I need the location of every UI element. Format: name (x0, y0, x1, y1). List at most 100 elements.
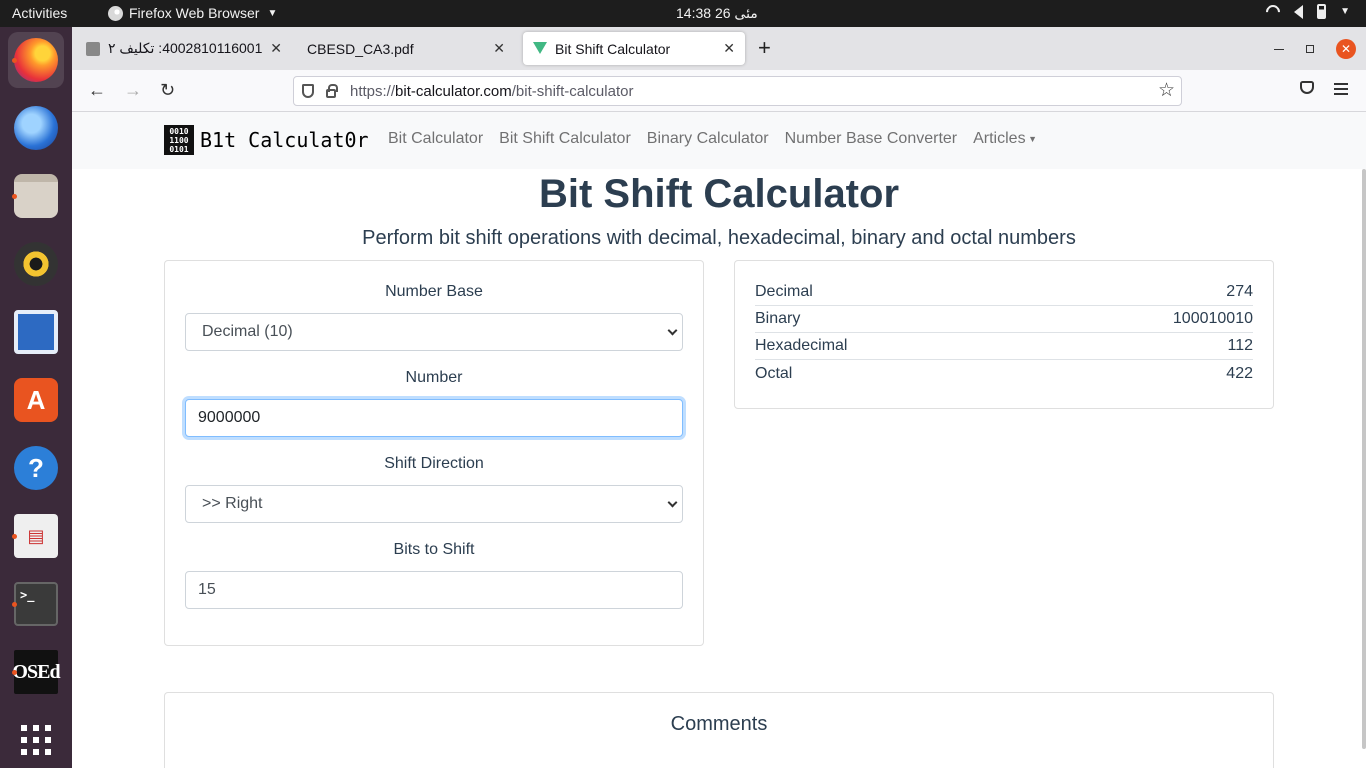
dock-writer[interactable] (8, 304, 64, 360)
shift-direction-value: >> Right (202, 495, 263, 512)
minimize-icon[interactable] (1274, 48, 1284, 50)
tracking-shield-icon[interactable] (302, 84, 314, 98)
firefox-small-icon (108, 5, 123, 21)
result-label: Decimal (755, 283, 813, 300)
firefox-icon (14, 38, 58, 82)
bits-to-shift-input[interactable]: 15 (185, 571, 683, 609)
show-applications-button[interactable] (8, 712, 64, 768)
close-tab-icon[interactable]: ✕ (723, 40, 735, 57)
tab-strip: 4002810116001: تکلیف ۲ ✕ CBESD_CA3.pdf ✕… (72, 27, 1366, 70)
hamburger-menu-icon[interactable] (1334, 83, 1348, 98)
page-title: Bit Shift Calculator (538, 172, 900, 216)
new-tab-button[interactable]: + (758, 37, 771, 59)
app-menu-label: Firefox Web Browser (129, 5, 260, 21)
running-indicator (12, 194, 17, 199)
tab-title: Bit Shift Calculator (555, 40, 671, 57)
results-card: Decimal 274 Binary 100010010 Hexadecimal… (734, 260, 1274, 409)
tab-assignment[interactable]: 4002810116001: تکلیف ۲ ✕ (76, 32, 292, 65)
writer-icon (14, 310, 58, 354)
system-top-bar: Activities Firefox Web Browser ▼ 14:38 م… (0, 0, 1366, 27)
url-bar[interactable]: https://bit-calculator.com/bit-shift-cal… (293, 76, 1182, 106)
running-indicator (12, 670, 17, 675)
maximize-icon[interactable] (1306, 45, 1314, 53)
close-window-icon[interactable]: ✕ (1336, 39, 1356, 59)
shift-direction-select[interactable]: >> Right (185, 485, 683, 523)
shift-form-card: Number Base Decimal (10) Number 9000000 … (164, 260, 704, 646)
activities-button[interactable]: Activities (12, 5, 67, 21)
number-base-label: Number Base (385, 283, 483, 300)
dock-document-viewer[interactable]: ▤ (8, 508, 64, 564)
thunderbird-icon (14, 106, 58, 150)
dock-help[interactable]: ? (8, 440, 64, 496)
comments-title: Comments (670, 713, 768, 735)
url-protocol: https:// (350, 82, 396, 100)
dock-thunderbird[interactable] (8, 100, 64, 156)
number-value: 9000000 (198, 409, 261, 426)
caret-down-icon: ▼ (1340, 6, 1350, 17)
dock-terminal[interactable]: >_ (8, 576, 64, 632)
close-tab-icon[interactable]: ✕ (493, 40, 505, 57)
bookmark-star-icon[interactable]: ☆ (1158, 79, 1175, 102)
brand-text: B1t Calculat0r (200, 128, 369, 152)
comments-card: Comments (164, 692, 1274, 768)
vue-favicon-icon (533, 41, 547, 56)
osed-icon: OSEd (12, 650, 61, 694)
site-nav-links: Bit Calculator Bit Shift Calculator Bina… (388, 130, 1037, 148)
forward-arrow-icon[interactable]: → (124, 80, 142, 101)
dock-software[interactable]: A (8, 372, 64, 428)
close-tab-icon[interactable]: ✕ (270, 40, 282, 57)
web-page: 0010 1100 0101 B1t Calculat0r Bit Calcul… (72, 112, 1366, 768)
reload-icon[interactable]: ↻ (160, 80, 175, 101)
software-store-icon: A (14, 378, 58, 422)
result-label: Hexadecimal (755, 337, 848, 354)
tab-pdf[interactable]: CBESD_CA3.pdf ✕ (297, 32, 515, 65)
number-input[interactable]: 9000000 (185, 399, 683, 437)
tab-title: CBESD_CA3.pdf (307, 40, 414, 57)
document-viewer-icon: ▤ (14, 514, 58, 558)
dock-firefox[interactable] (8, 32, 64, 88)
network-icon (1263, 1, 1283, 22)
pocket-icon[interactable] (1300, 81, 1314, 94)
app-grid-icon (21, 725, 51, 755)
result-label: Binary (755, 310, 801, 327)
result-value: 274 (1226, 283, 1253, 300)
number-label: Number (405, 369, 463, 386)
nav-bit-shift-calculator[interactable]: Bit Shift Calculator (499, 130, 631, 148)
dock: A ? ▤ >_ OSEd (0, 27, 72, 768)
nav-bit-calculator[interactable]: Bit Calculator (388, 130, 483, 148)
system-tray[interactable]: ▼ (1263, 1, 1350, 22)
files-icon (14, 174, 58, 218)
site-navbar: 0010 1100 0101 B1t Calculat0r Bit Calcul… (72, 112, 1366, 169)
running-indicator (12, 602, 17, 607)
result-row-hexadecimal: Hexadecimal 112 (755, 333, 1253, 360)
result-row-octal: Octal 422 (755, 360, 1253, 387)
window-controls: ✕ (1274, 39, 1356, 59)
number-base-value: Decimal (10) (202, 323, 293, 340)
bits-to-shift-value: 15 (198, 581, 216, 598)
terminal-icon: >_ (14, 582, 58, 626)
battery-icon (1317, 4, 1327, 19)
lock-icon[interactable] (326, 83, 338, 98)
dock-osed[interactable]: OSEd (8, 644, 64, 700)
app-menu[interactable]: Firefox Web Browser ▼ (108, 5, 277, 21)
clock[interactable]: 14:38 مئی 26 (676, 5, 758, 22)
tab-bit-shift-calculator[interactable]: Bit Shift Calculator ✕ (523, 32, 745, 65)
result-value: 100010010 (1172, 310, 1253, 327)
nav-binary-calculator[interactable]: Binary Calculator (647, 130, 769, 148)
navigation-toolbar: ← → ↻ https://bit-calculator.com/bit-shi… (72, 70, 1366, 112)
dock-rhythmbox[interactable] (8, 236, 64, 292)
result-row-binary: Binary 100010010 (755, 306, 1253, 333)
number-base-select[interactable]: Decimal (10) (185, 313, 683, 351)
result-row-decimal: Decimal 274 (755, 279, 1253, 306)
chevron-down-icon (667, 325, 678, 336)
nav-number-base-converter[interactable]: Number Base Converter (785, 130, 958, 148)
back-arrow-icon[interactable]: ← (88, 80, 106, 101)
tab-title: 4002810116001: تکلیف ۲ (108, 40, 263, 56)
dock-files[interactable] (8, 168, 64, 224)
page-scrollbar[interactable] (1362, 169, 1366, 749)
chevron-down-icon (667, 497, 678, 508)
binary-logo-icon: 0010 1100 0101 (164, 125, 194, 155)
nav-articles-dropdown[interactable]: Articles ▼ (973, 130, 1037, 148)
site-brand[interactable]: 0010 1100 0101 B1t Calculat0r (164, 125, 369, 155)
caret-down-icon: ▼ (267, 7, 278, 19)
